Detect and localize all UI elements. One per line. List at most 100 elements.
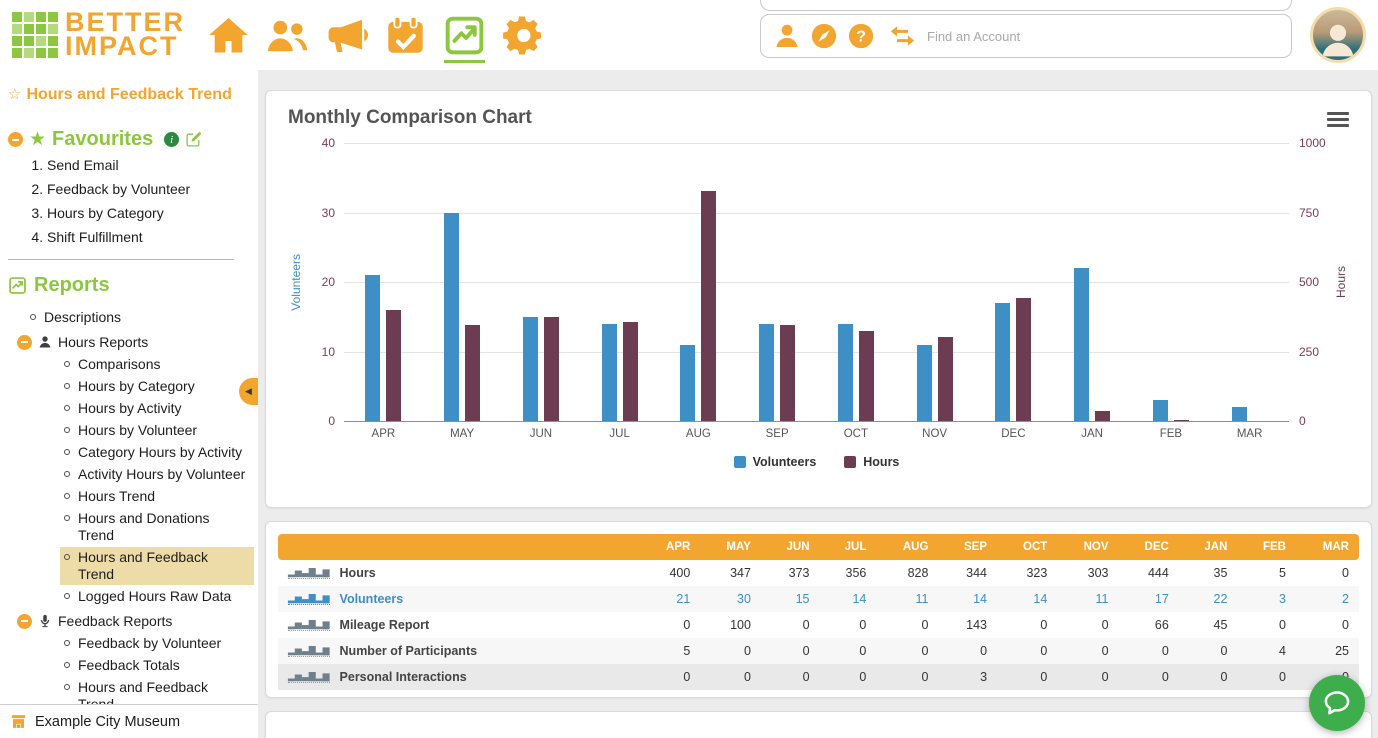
info-icon[interactable]: i [164,132,180,147]
cell-volunteers-may[interactable]: 30 [700,586,761,612]
cell-volunteers-oct[interactable]: 14 [997,586,1057,612]
better-impact-logo[interactable]: BETTER IMPACT [12,9,185,59]
chart-menu-button[interactable] [1327,112,1349,127]
bar-hours-aug[interactable] [701,190,717,421]
cell-hours-dec: 444 [1147,566,1169,580]
sidebar-item-hours-and-feedback-trend[interactable]: Hours and Feedback Trend [60,547,254,585]
sidebar-item-descriptions[interactable]: Descriptions [26,307,129,328]
sidebar-item-category-hours-by-activity[interactable]: Category Hours by Activity [60,442,250,463]
help-icon[interactable]: ? [847,22,875,50]
sidebar-item-activity-hours-by-volunteer[interactable]: Activity Hours by Volunteer [60,464,253,485]
bar-volunteers-oct[interactable] [837,323,853,421]
nav-megaphone-icon[interactable] [325,14,368,57]
collapse-toggle[interactable] [17,613,32,629]
bar-volunteers-aug[interactable] [680,344,696,421]
bullet-icon [64,554,70,560]
bar-hours-sep[interactable] [780,325,796,421]
cell-mileage-report-dec: 66 [1154,618,1169,632]
bar-volunteers-sep[interactable] [759,323,775,421]
person-icon[interactable] [773,22,801,50]
favourite-item-hours-by-category[interactable]: Hours by Category [47,205,258,221]
nav-people-icon[interactable] [266,14,309,57]
bar-hours-dec[interactable] [1016,297,1032,421]
cell-mileage-report-jul: 0 [859,618,867,632]
left-axis-ticks: 40 30 20 10 0 [304,136,344,428]
star-icon: ★ [29,129,47,150]
cell-hours-feb: 5 [1279,566,1286,580]
nav-home-icon[interactable] [207,14,250,57]
column-header-nov: NOV [1057,534,1119,560]
bar-hours-jan[interactable] [1095,411,1111,421]
bar-hours-may[interactable] [465,324,481,421]
bullet-icon [64,405,70,411]
avatar[interactable] [1310,7,1366,63]
edit-icon[interactable] [185,131,202,148]
sidebar-item-hours-trend[interactable]: Hours Trend [60,486,163,507]
nav-gear-icon[interactable] [502,14,545,57]
sidebar-item-comparisons[interactable]: Comparisons [60,354,168,375]
nav-calendar-icon[interactable] [384,14,427,57]
sparkline-icon: ▂▅▃▇▂▆ [288,670,330,683]
cell-volunteers-jan[interactable]: 22 [1179,586,1238,612]
cell-number-of-participants-aug: 0 [921,644,929,658]
cell-number-of-participants-oct: 0 [1040,644,1048,658]
sidebar-item-feedback-totals[interactable]: Feedback Totals [60,655,188,676]
sidebar-item-feedback-by-volunteer[interactable]: Feedback by Volunteer [60,633,229,654]
organization-footer[interactable]: Example City Museum [0,704,258,738]
bar-volunteers-apr[interactable] [365,275,381,421]
bar-volunteers-feb[interactable] [1152,400,1168,421]
cell-volunteers-nov[interactable]: 11 [1057,586,1118,612]
bar-volunteers-jul[interactable] [601,323,617,421]
legend-item-volunteers[interactable]: Volunteers [733,455,816,469]
bar-hours-apr[interactable] [386,309,402,421]
bar-hours-oct[interactable] [858,331,874,421]
cell-mileage-report-sep: 143 [966,618,988,632]
bar-hours-jul[interactable] [622,322,638,421]
organization-name: Example City Museum [35,713,181,730]
bar-hours-nov[interactable] [937,336,953,421]
sidebar-item-hours-and-donations-trend[interactable]: Hours and Donations Trend [60,508,254,546]
chat-bubble-icon [1322,688,1352,718]
bar-volunteers-jun[interactable] [522,316,538,421]
sidebar-page-title-row: ☆ Hours and Feedback Trend [0,86,258,104]
sidebar-item-hours-by-category[interactable]: Hours by Category [60,376,203,397]
cell-volunteers-feb[interactable]: 3 [1237,586,1296,612]
cell-volunteers-sep[interactable]: 14 [938,586,997,612]
collapse-toggle[interactable] [17,334,32,350]
bar-volunteers-may[interactable] [444,212,460,421]
cell-volunteers-aug[interactable]: 11 [876,586,938,612]
switch-icon[interactable] [887,22,918,50]
cell-volunteers-jun[interactable]: 15 [761,586,820,612]
row-label[interactable]: Volunteers [340,592,404,606]
collapse-favourites-toggle[interactable] [8,132,23,147]
bullet-icon [64,593,70,599]
bar-volunteers-mar[interactable] [1231,407,1247,421]
cell-mileage-report-aug: 0 [921,618,929,632]
bar-volunteers-nov[interactable] [916,344,932,421]
nav-chart-icon[interactable] [443,14,486,63]
chat-button[interactable] [1309,675,1365,731]
bar-volunteers-jan[interactable] [1074,268,1090,421]
star-outline-icon[interactable]: ☆ [8,86,21,104]
left-axis-title: Volunteers [289,253,303,311]
x-label-feb: FEB [1159,428,1183,440]
bar-volunteers-dec[interactable] [995,302,1011,421]
sidebar-item-logged-hours-raw-data[interactable]: Logged Hours Raw Data [60,586,239,607]
sidebar-item-hours-by-activity[interactable]: Hours by Activity [60,398,189,419]
cell-volunteers-mar[interactable]: 2 [1296,586,1359,612]
favourite-item-feedback-by-volunteer[interactable]: Feedback by Volunteer [47,181,258,197]
axis-tick-10: 10 [321,344,335,359]
favourite-item-shift-fulfillment[interactable]: Shift Fulfillment [47,229,258,245]
cell-volunteers-jul[interactable]: 14 [820,586,877,612]
bar-hours-feb[interactable] [1173,419,1189,421]
find-account-input[interactable] [927,28,1279,44]
compass-icon[interactable] [810,22,838,50]
legend-item-hours[interactable]: Hours [844,455,899,469]
report-group-hours-reports[interactable]: Hours Reports [0,330,258,354]
favourite-item-send-email[interactable]: Send Email [47,157,258,173]
cell-volunteers-apr[interactable]: 21 [640,586,700,612]
bar-hours-jun[interactable] [543,317,559,421]
report-group-feedback-reports[interactable]: Feedback Reports [0,609,258,633]
cell-volunteers-dec[interactable]: 17 [1119,586,1179,612]
sidebar-item-hours-by-volunteer[interactable]: Hours by Volunteer [60,420,205,441]
